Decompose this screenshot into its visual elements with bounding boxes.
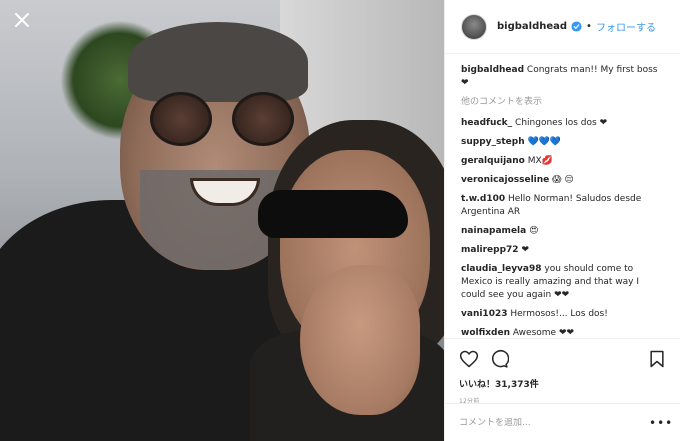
more-options-icon[interactable]: ••• bbox=[649, 416, 672, 430]
bookmark-icon[interactable] bbox=[647, 349, 667, 369]
list-item: t.w.d100 Hello Norman! Saludos desde Arg… bbox=[461, 193, 664, 219]
comment-input[interactable] bbox=[459, 417, 649, 428]
comments-list: bigbaldhead Congrats man!! My first boss… bbox=[445, 54, 680, 338]
likes-count[interactable]: いいね！31,373件 bbox=[459, 377, 667, 390]
post-photo[interactable] bbox=[0, 0, 444, 441]
action-icons-row bbox=[459, 347, 667, 371]
list-item: nainapamela 😍 bbox=[461, 225, 664, 238]
add-comment-bar: ••• bbox=[445, 403, 680, 441]
author-username[interactable]: bigbaldhead bbox=[497, 21, 567, 32]
avatar[interactable] bbox=[461, 13, 487, 40]
list-item: claudia_leyva98 you should come to Mexic… bbox=[461, 263, 664, 302]
follow-button[interactable]: フォローする bbox=[596, 19, 656, 34]
caption-author[interactable]: bigbaldhead bbox=[461, 65, 524, 75]
person-left-glasses-right-lens bbox=[232, 92, 294, 146]
comment-user[interactable]: t.w.d100 bbox=[461, 194, 505, 204]
comment-user[interactable]: claudia_leyva98 bbox=[461, 264, 542, 274]
comment-text: 💙💙💙 bbox=[527, 137, 562, 147]
comment-user[interactable]: headfuck_ bbox=[461, 118, 512, 128]
post-header: bigbaldhead • フォローする bbox=[445, 0, 680, 54]
verified-badge-icon bbox=[571, 21, 582, 32]
close-button[interactable] bbox=[8, 6, 36, 34]
heart-icon[interactable] bbox=[459, 349, 479, 369]
post-actions: いいね！31,373件 12分前 bbox=[445, 338, 680, 405]
separator-dot: • bbox=[586, 21, 592, 32]
hand-on-cheek bbox=[300, 265, 420, 415]
list-item: geralquijano MX💋 bbox=[461, 155, 664, 168]
person-left-glasses-left-lens bbox=[150, 92, 212, 146]
comment-user[interactable]: veronicajosseline bbox=[461, 175, 549, 185]
person-left-hair bbox=[128, 22, 308, 102]
comment-text: 😍 bbox=[529, 226, 539, 236]
comment-bubble-icon[interactable] bbox=[489, 349, 509, 369]
post-side-panel: bigbaldhead • フォローする bigbaldhead Congrat… bbox=[444, 0, 680, 441]
comment-text: MX💋 bbox=[527, 156, 553, 166]
comment-text: Awesome ❤❤ bbox=[512, 328, 575, 338]
comment-user[interactable]: suppy_steph bbox=[461, 137, 525, 147]
comment-user[interactable]: malirepp72 bbox=[461, 245, 519, 255]
view-more-comments-link[interactable]: 他のコメントを表示 bbox=[461, 96, 664, 109]
comment-user[interactable]: nainapamela bbox=[461, 226, 526, 236]
caption: bigbaldhead Congrats man!! My first boss… bbox=[461, 64, 664, 90]
comment-user[interactable]: vani1023 bbox=[461, 309, 507, 319]
close-icon bbox=[15, 13, 29, 27]
list-item: suppy_steph 💙💙💙 bbox=[461, 136, 664, 149]
list-item: malirepp72 ❤ bbox=[461, 244, 664, 257]
list-item: headfuck_ Chingones los dos ❤ bbox=[461, 117, 664, 130]
list-item: vani1023 Hermosos!... Los dos! bbox=[461, 308, 664, 321]
comment-text: Hermosos!... Los dos! bbox=[510, 309, 608, 319]
list-item: veronicajosseline 😱 😔 bbox=[461, 174, 664, 187]
comment-user[interactable]: geralquijano bbox=[461, 156, 525, 166]
comment-user[interactable]: wolfixden bbox=[461, 328, 510, 338]
list-item: wolfixden Awesome ❤❤ bbox=[461, 327, 664, 338]
comment-text: ❤ bbox=[521, 245, 529, 255]
comment-text: 😱 😔 bbox=[552, 175, 574, 185]
person-right-sunglasses bbox=[258, 190, 408, 238]
comment-text: Chingones los dos ❤ bbox=[515, 118, 608, 128]
